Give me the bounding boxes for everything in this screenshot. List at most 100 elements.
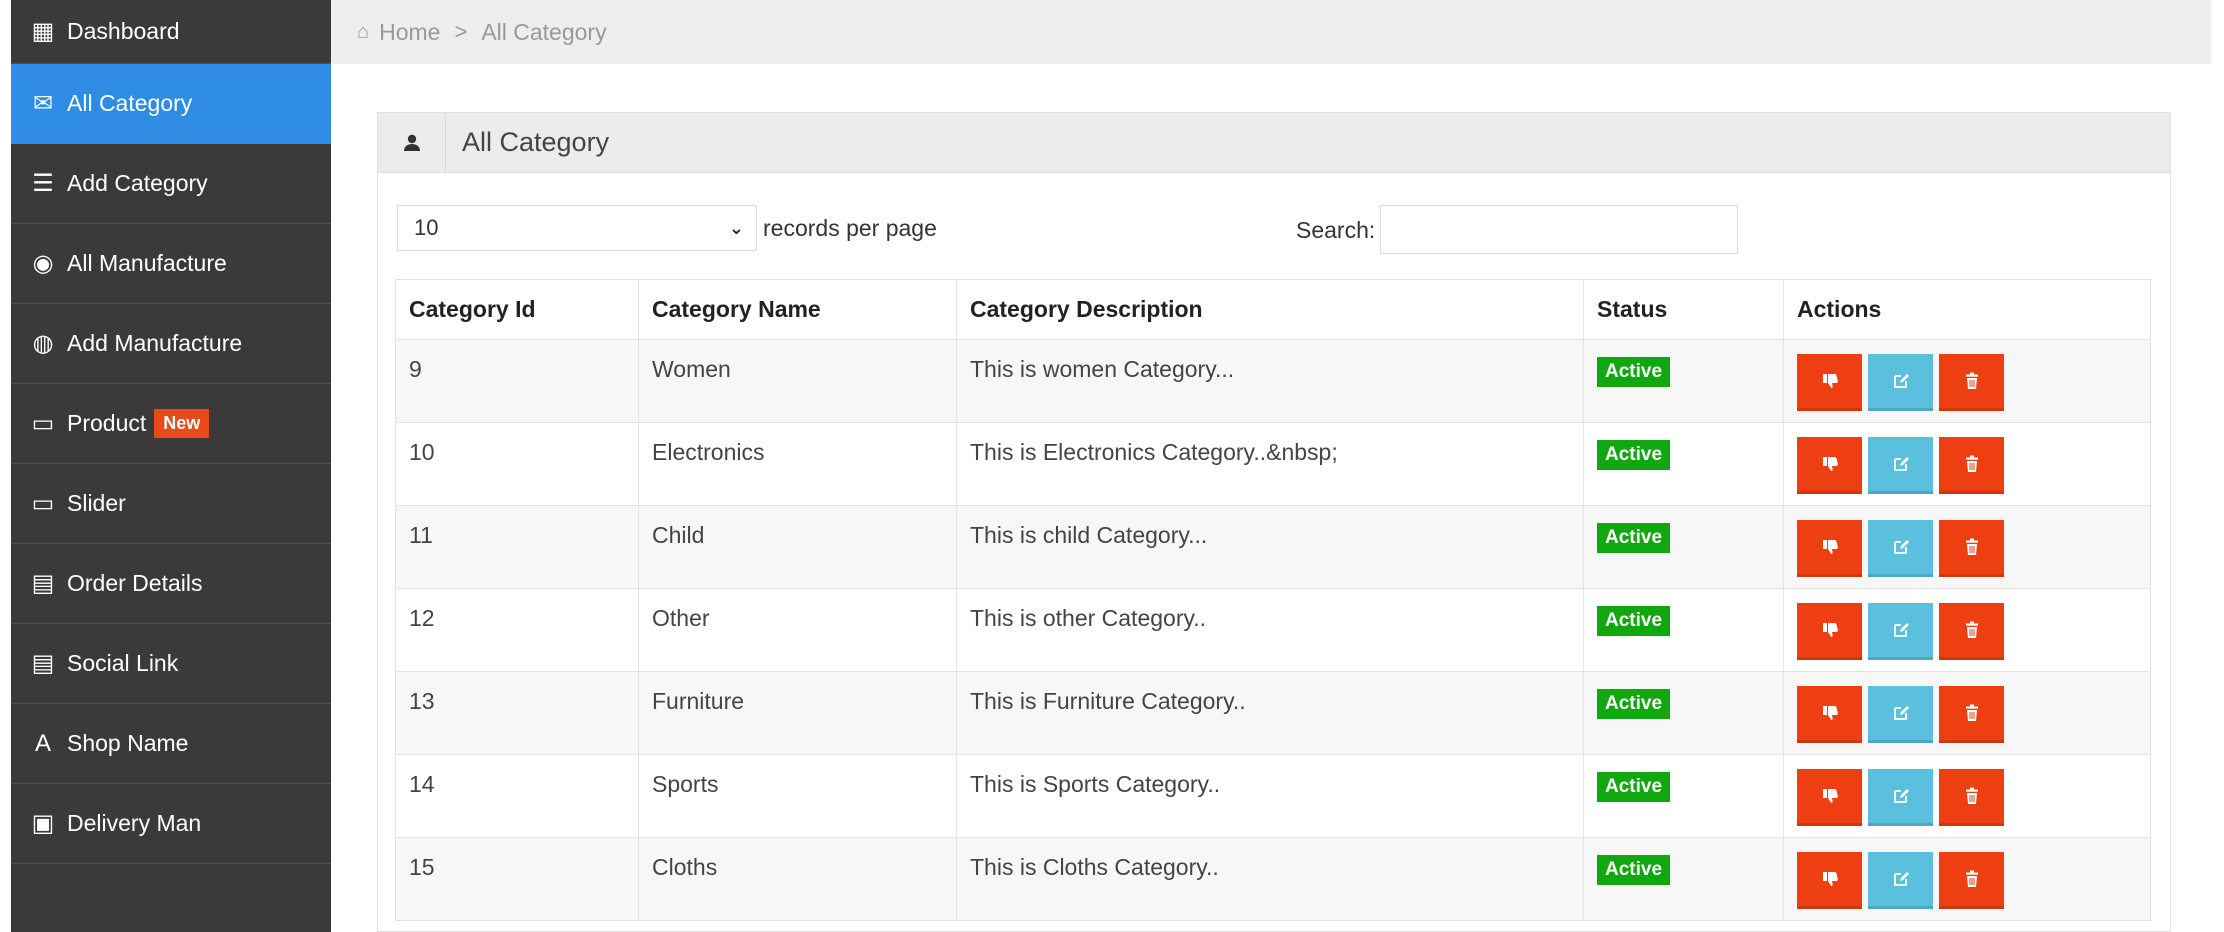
unpublish-button[interactable] [1797, 769, 1862, 826]
breadcrumb: ⌂ Home > All Category [331, 0, 2211, 64]
sidebar-item-add-manufacture[interactable]: ◍ Add Manufacture [11, 304, 331, 384]
cell-name: Other [638, 588, 957, 672]
server-icon: ☰ [32, 170, 54, 197]
chevron-down-icon: ⌄ [728, 217, 744, 238]
status-badge: Active [1597, 357, 1671, 387]
delete-button[interactable] [1939, 354, 2004, 411]
sidebar-item-shop-name[interactable]: A Shop Name [11, 704, 331, 784]
folder-icon: ▭ [31, 490, 55, 517]
edit-button[interactable] [1868, 686, 1933, 743]
delete-button[interactable] [1939, 686, 2004, 743]
cell-name: Women [638, 339, 957, 423]
edit-icon [1891, 786, 1911, 806]
thumbs-down-icon [1820, 454, 1840, 474]
status-badge: Active [1597, 606, 1671, 636]
unpublish-button[interactable] [1797, 603, 1862, 660]
table-row: 15 Cloths This is Cloths Category.. Active [395, 837, 2151, 921]
edit-button[interactable] [1868, 603, 1933, 660]
cell-description: This is Sports Category.. [956, 754, 1584, 838]
cell-id: 12 [395, 588, 639, 672]
cell-name: Sports [638, 754, 957, 838]
edit-button[interactable] [1868, 520, 1933, 577]
edit-button[interactable] [1868, 769, 1933, 826]
column-header-actions[interactable]: Actions [1783, 279, 2151, 340]
cell-status: Active [1583, 754, 1784, 838]
cell-status: Active [1583, 339, 1784, 423]
sidebar-item-label: Product [67, 410, 147, 436]
unpublish-button[interactable] [1797, 686, 1862, 743]
edit-button[interactable] [1868, 437, 1933, 494]
cell-name: Child [638, 505, 957, 589]
cell-actions [1783, 422, 2151, 506]
font-icon: A [34, 729, 51, 757]
delete-button[interactable] [1939, 852, 2004, 909]
eye-icon: ◉ [32, 250, 54, 277]
trash-icon [1962, 620, 1982, 640]
search-label: Search: [1296, 217, 1376, 243]
cell-actions [1783, 505, 2151, 589]
sidebar-item-all-manufacture[interactable]: ◉ All Manufacture [11, 224, 331, 304]
records-per-page-value: 10 [414, 215, 439, 240]
delete-button[interactable] [1939, 520, 2004, 577]
table-row: 9 Women This is women Category... Active [395, 339, 2151, 423]
edit-icon [1891, 371, 1911, 391]
search-input[interactable] [1380, 205, 1738, 254]
thumbs-down-icon [1820, 537, 1840, 557]
sidebar-item-all-category[interactable]: ✉ All Category [11, 64, 331, 144]
status-badge: Active [1597, 440, 1671, 470]
picture-icon: ▣ [31, 810, 55, 837]
records-per-page-label: records per page [763, 215, 937, 241]
thumbs-down-icon [1820, 371, 1840, 391]
column-header-status[interactable]: Status [1583, 279, 1784, 340]
delete-button[interactable] [1939, 769, 2004, 826]
sidebar-item-label: Add Manufacture [67, 330, 243, 356]
cell-id: 10 [395, 422, 639, 506]
breadcrumb-home[interactable]: Home [379, 19, 440, 46]
column-header-category-id[interactable]: Category Id [395, 279, 639, 340]
status-badge: Active [1597, 772, 1671, 802]
sidebar-item-order-details[interactable]: ▤ Order Details [11, 544, 331, 624]
sidebar-item-delivery-man[interactable]: ▣ Delivery Man [11, 784, 331, 864]
panel-header: All Category [378, 112, 2170, 173]
cell-status: Active [1583, 837, 1784, 921]
cell-name: Furniture [638, 671, 957, 755]
trash-icon [1962, 786, 1982, 806]
sidebar-item-label: Social Link [67, 650, 179, 676]
delete-button[interactable] [1939, 437, 2004, 494]
cell-description: This is Cloths Category.. [956, 837, 1584, 921]
unpublish-button[interactable] [1797, 437, 1862, 494]
cell-actions [1783, 339, 2151, 423]
new-badge: New [154, 409, 210, 438]
sidebar-item-label: Slider [67, 490, 126, 516]
edit-icon [1891, 869, 1911, 889]
thumbs-down-icon [1820, 869, 1840, 889]
sidebar-item-slider[interactable]: ▭ Slider [11, 464, 331, 544]
home-icon: ⌂ [357, 20, 370, 43]
edit-button[interactable] [1868, 852, 1933, 909]
records-per-page-select[interactable]: 10 ⌄ [397, 205, 757, 251]
table-controls: 10 ⌄ records per page Search: [397, 205, 2170, 254]
status-badge: Active [1597, 855, 1671, 885]
cell-name: Electronics [638, 422, 957, 506]
sidebar-item-add-category[interactable]: ☰ Add Category [11, 144, 331, 224]
category-table: Category Id Category Name Category Descr… [395, 279, 2151, 921]
column-header-category-description[interactable]: Category Description [956, 279, 1584, 340]
sidebar-item-product[interactable]: ▭ Product New [11, 384, 331, 464]
edit-button[interactable] [1868, 354, 1933, 411]
thumbs-down-icon [1820, 703, 1840, 723]
column-header-category-name[interactable]: Category Name [638, 279, 957, 340]
sidebar-item-dashboard[interactable]: ▦ Dashboard [11, 0, 331, 64]
unpublish-button[interactable] [1797, 852, 1862, 909]
table-row: 14 Sports This is Sports Category.. Active [395, 754, 2151, 838]
trash-icon [1962, 703, 1982, 723]
sidebar-item-social-link[interactable]: ▤ Social Link [11, 624, 331, 704]
unpublish-button[interactable] [1797, 354, 1862, 411]
table-row: 12 Other This is other Category.. Active [395, 588, 2151, 672]
cell-id: 11 [395, 505, 639, 589]
list-alt-icon: ▤ [31, 570, 55, 597]
delete-button[interactable] [1939, 603, 2004, 660]
unpublish-button[interactable] [1797, 520, 1862, 577]
thumbs-down-icon [1820, 786, 1840, 806]
list-alt-icon: ▤ [31, 650, 55, 677]
bar-chart-icon: ▦ [31, 18, 55, 45]
